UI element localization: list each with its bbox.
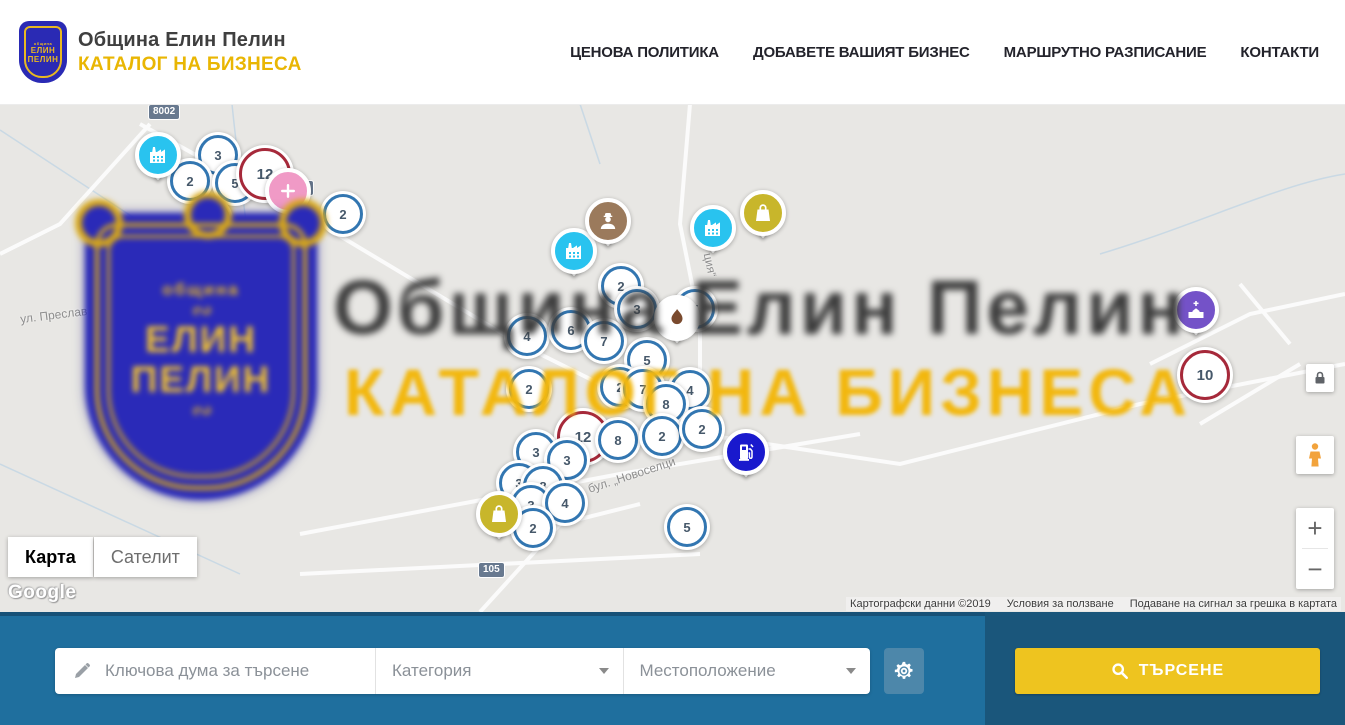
chevron-down-icon <box>599 668 609 674</box>
cluster-count: 8 <box>662 397 669 412</box>
category-dropdown[interactable]: Категория <box>375 648 623 694</box>
pegman-icon <box>1304 442 1326 468</box>
map-type-control: Карта Сателит <box>8 537 197 577</box>
site-logo[interactable]: община ЕЛИН ПЕЛИН Община Елин Пелин КАТА… <box>20 22 302 82</box>
factory-icon <box>146 143 170 167</box>
street-view-pegman[interactable] <box>1296 436 1334 474</box>
cluster-marker[interactable]: 2 <box>320 191 366 237</box>
search-panel: Категория Местоположение <box>55 648 870 694</box>
church-icon <box>1184 298 1208 322</box>
map-attribution: Картографски данни ©2019 Условия за ползв… <box>846 597 1341 611</box>
site-title: Община Елин Пелин <box>78 29 302 52</box>
factory-icon <box>562 239 586 263</box>
crest-name-line1: ЕЛИН <box>31 46 55 55</box>
keyword-search-input[interactable] <box>103 660 375 682</box>
cluster-marker[interactable]: 2 <box>679 406 725 452</box>
category-dropdown-value: Категория <box>392 661 471 681</box>
category-pin[interactable] <box>740 190 786 236</box>
site-subtitle: КАТАЛОГ НА БИЗНЕСА <box>78 54 302 76</box>
search-icon <box>1111 662 1129 680</box>
nav-item-4[interactable]: КОНТАКТИ <box>1240 44 1319 61</box>
map-type-map-button[interactable]: Карта <box>8 537 93 577</box>
cluster-marker[interactable]: 10 <box>1177 347 1233 403</box>
cluster-marker[interactable]: 2 <box>506 366 552 412</box>
lock-control-button[interactable] <box>1306 364 1334 392</box>
zoom-in-button[interactable]: + <box>1296 508 1334 548</box>
shopping-bag-icon <box>751 201 775 225</box>
cluster-count: 3 <box>214 148 221 163</box>
main-nav: ЦЕНОВА ПОЛИТИКА ДОБАВЕТЕ ВАШИЯТ БИЗНЕС МАР… <box>570 44 1319 61</box>
category-pin[interactable] <box>654 295 700 341</box>
location-dropdown[interactable]: Местоположение <box>623 648 871 694</box>
cluster-count: 2 <box>698 422 705 437</box>
search-bar: Категория Местоположение ТЪРСЕНЕ <box>0 612 1345 725</box>
category-pin[interactable] <box>690 205 736 251</box>
cluster-marker[interactable]: 8 <box>595 417 641 463</box>
keyword-section <box>55 648 375 694</box>
zoom-control: + − <box>1296 508 1334 589</box>
road-number-badge: 8002 <box>149 105 179 119</box>
attribution-link-2[interactable]: Подаване на сигнал за грешка в картата <box>1130 598 1337 610</box>
nav-item-2[interactable]: ДОБАВЕТЕ ВАШИЯТ БИЗНЕС <box>753 44 970 61</box>
site-header: община ЕЛИН ПЕЛИН Община Елин Пелин КАТА… <box>0 0 1345 105</box>
advanced-settings-button[interactable] <box>884 648 924 694</box>
zoom-out-button[interactable]: − <box>1296 549 1334 589</box>
gas-pump-icon <box>734 440 758 464</box>
lock-icon <box>1312 370 1328 386</box>
pencil-icon <box>73 662 91 680</box>
location-dropdown-value: Местоположение <box>640 661 776 681</box>
category-pin[interactable] <box>476 491 522 537</box>
cluster-count: 3 <box>563 453 570 468</box>
chevron-down-icon <box>846 668 856 674</box>
google-map[interactable]: община ∾ ЕЛИН ПЕЛИН ∾ Община Елин Пелин … <box>0 104 1345 612</box>
cluster-count: 5 <box>683 520 690 535</box>
attribution-link-1[interactable]: Условия за ползване <box>1007 598 1114 610</box>
cluster-count: 4 <box>523 329 530 344</box>
beauty-icon <box>276 179 300 203</box>
gear-icon <box>893 660 915 682</box>
shopping-bag-icon <box>487 502 511 526</box>
cluster-count: 8 <box>614 433 621 448</box>
cluster-count: 4 <box>561 496 568 511</box>
cluster-marker[interactable]: 2 <box>639 413 685 459</box>
cluster-count: 2 <box>339 207 346 222</box>
map-type-satellite-button[interactable]: Сателит <box>94 537 197 577</box>
cluster-count: 7 <box>600 334 607 349</box>
cluster-count: 3 <box>633 302 640 317</box>
category-pin[interactable] <box>585 198 631 244</box>
cluster-count: 2 <box>525 382 532 397</box>
category-pin[interactable] <box>1173 287 1219 333</box>
cluster-marker[interactable]: 7 <box>581 318 627 364</box>
search-button-label: ТЪРСЕНЕ <box>1139 662 1224 680</box>
cluster-marker[interactable] <box>187 197 233 243</box>
cluster-count: 3 <box>532 445 539 460</box>
cluster-marker[interactable]: 5 <box>664 504 710 550</box>
cluster-count: 2 <box>186 174 193 189</box>
factory-icon <box>701 216 725 240</box>
google-logo[interactable]: Google <box>8 582 76 604</box>
municipality-crest-logo: община ЕЛИН ПЕЛИН <box>20 22 66 82</box>
cluster-count: 6 <box>567 323 574 338</box>
crest-name-line2: ПЕЛИН <box>28 55 59 64</box>
cluster-count: 2 <box>658 429 665 444</box>
worker-icon <box>596 209 620 233</box>
nav-item-1[interactable]: ЦЕНОВА ПОЛИТИКА <box>570 44 719 61</box>
cluster-marker[interactable]: 4 <box>504 313 550 359</box>
category-pin[interactable] <box>135 132 181 178</box>
nav-item-3[interactable]: МАРШРУТНО РАЗПИСАНИЕ <box>1004 44 1207 61</box>
cluster-count: 2 <box>529 521 536 536</box>
road-number-badge: 105 <box>479 563 504 577</box>
map-data-copyright: Картографски данни ©2019 <box>850 598 991 610</box>
category-pin[interactable] <box>723 429 769 475</box>
search-button[interactable]: ТЪРСЕНЕ <box>1015 648 1320 694</box>
flame-icon <box>665 306 689 330</box>
cluster-count: 10 <box>1197 367 1214 384</box>
category-pin[interactable] <box>265 168 311 214</box>
